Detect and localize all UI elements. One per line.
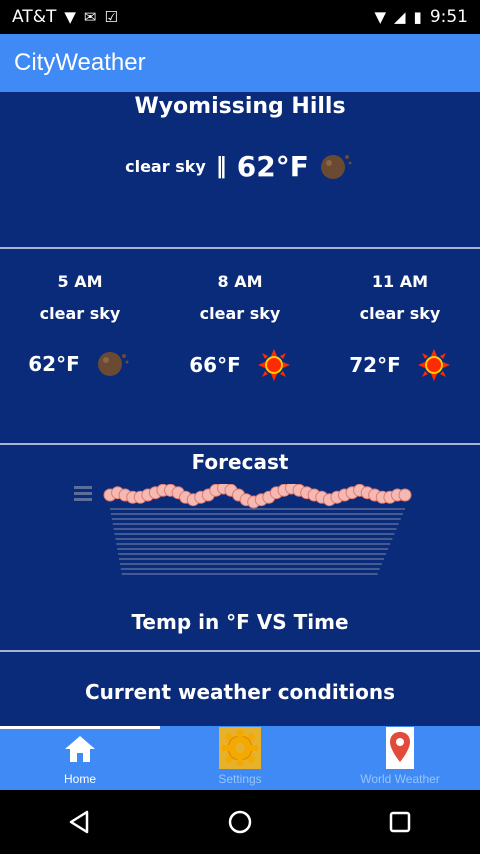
tab-home-label: Home [63, 772, 96, 786]
moon-icon [320, 154, 352, 179]
hour-temp: 62°F [28, 352, 80, 376]
chart-axis-tick-row [119, 563, 382, 565]
hour-temp-row: 62°F [0, 348, 160, 380]
hour-column: 5 AM clear sky 62°F [0, 272, 160, 382]
forecast-chart [70, 481, 415, 579]
cell-signal-icon: ◢ [394, 7, 406, 26]
forecast-chart-svg [74, 481, 412, 575]
tab-world-weather-label: World Weather [360, 772, 440, 786]
chart-axis-tick-row [121, 573, 378, 575]
forecast-title: Forecast [191, 450, 289, 474]
tab-world-weather[interactable]: World Weather [320, 726, 480, 790]
chart-y-tick-label [74, 492, 92, 495]
chart-axis-tick-row [111, 518, 401, 520]
main-content[interactable]: Wyomissing Hills clear sky ‖ 62°F 5 AM c… [0, 92, 480, 726]
city-name: Wyomissing Hills [134, 94, 346, 119]
carrier-label: AT&T [12, 7, 57, 27]
home-nav-icon[interactable] [227, 809, 253, 835]
current-temp: 62°F [236, 150, 309, 183]
chart-axis-tick-row [110, 508, 405, 510]
hour-time: 11 AM [371, 272, 429, 291]
tab-home[interactable]: Home [0, 726, 160, 790]
clock: 9:51 [429, 7, 468, 27]
chart-axis-tick-row [116, 543, 391, 545]
divider-middle [0, 443, 480, 445]
wifi-signal-icon: ▼ [374, 7, 386, 26]
hour-temp: 72°F [349, 353, 401, 377]
chart-axis-tick-row [110, 513, 403, 515]
app-title: CityWeather [14, 49, 146, 76]
current-desc: clear sky [125, 157, 206, 176]
status-right: ▼ ◢ ▮ 9:51 [374, 7, 468, 27]
current-separator: ‖ [215, 154, 227, 179]
app-bar: CityWeather [0, 34, 480, 92]
divider-bottom [0, 650, 480, 652]
hour-time: 5 AM [57, 272, 103, 291]
tab-settings[interactable]: Settings [160, 726, 320, 790]
clipboard-icon: ☑ [104, 7, 118, 26]
map-pin-icon [378, 727, 422, 769]
system-navigation-bar [0, 790, 480, 854]
chart-caption: Temp in °F VS Time [131, 610, 349, 634]
hour-temp: 66°F [189, 353, 241, 377]
chart-axis-tick-row [114, 533, 395, 535]
hour-desc: clear sky [199, 304, 281, 323]
current-conditions-title: Current weather conditions [85, 680, 395, 704]
chart-series [103, 481, 412, 509]
back-icon[interactable] [67, 809, 93, 835]
status-left: AT&T ▼ ✉ ☑ [12, 7, 118, 27]
wifi-icon: ▼ [64, 7, 76, 26]
home-icon [58, 729, 102, 768]
chart-axis-tick-row [112, 523, 399, 525]
battery-icon: ▮ [413, 7, 422, 26]
status-bar: AT&T ▼ ✉ ☑ ▼ ◢ ▮ 9:51 [0, 0, 480, 34]
hour-time: 8 AM [217, 272, 263, 291]
current-weather-row: clear sky ‖ 62°F [0, 150, 480, 183]
chart-y-tick-label [74, 498, 92, 501]
hour-temp-row: 66°F [160, 348, 320, 382]
recents-icon[interactable] [387, 809, 413, 835]
sun-icon [257, 349, 290, 381]
chart-axis-tick-row [119, 558, 384, 560]
chart-y-tick-label [74, 486, 92, 489]
hour-column: 8 AM clear sky 66°F [160, 272, 320, 382]
chart-axis-tick-row [113, 528, 397, 530]
divider-top [0, 247, 480, 249]
tab-settings-label: Settings [218, 772, 262, 786]
hourly-forecast: 5 AM clear sky 62°F 8 AM clear sky 66°F [0, 272, 480, 382]
bottom-tab-bar: Home Settings World Weather [0, 726, 480, 790]
gear-icon [218, 727, 262, 769]
chart-axis-tick-row [118, 553, 387, 555]
hour-desc: clear sky [39, 304, 121, 323]
hour-temp-row: 72°F [320, 348, 480, 382]
chart-axis-tick-row [115, 538, 393, 540]
moon-icon [97, 352, 129, 376]
sun-icon [417, 349, 450, 381]
mail-icon: ✉ [83, 7, 97, 26]
hour-column: 11 AM clear sky 72°F [320, 272, 480, 382]
chart-axis-tick-row [120, 568, 380, 570]
chart-point [398, 488, 412, 502]
chart-axis-tick-row [117, 548, 389, 550]
hour-desc: clear sky [359, 304, 441, 323]
